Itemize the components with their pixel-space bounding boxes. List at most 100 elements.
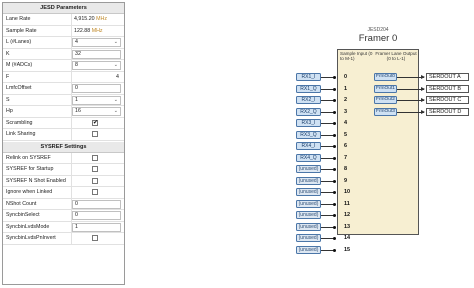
pin-number: 11 [344, 200, 350, 207]
row-divider [71, 117, 72, 129]
pin-number: 6 [344, 143, 348, 149]
param-label: Link Sharing [6, 131, 36, 137]
pin-dot [333, 214, 336, 217]
param-label: Scrambling [6, 119, 33, 126]
pin-dot [333, 191, 336, 194]
input-port-rx4-i-6[interactable]: RX4_I [296, 142, 321, 150]
sysref-for-startup-checkbox[interactable] [92, 166, 98, 172]
input-port-unused-10[interactable]: (unused) [296, 188, 321, 196]
k-input[interactable]: 32 [72, 49, 121, 59]
s-dropdown[interactable]: 1 ⌄ [72, 95, 121, 105]
input-port-unused-8[interactable]: (unused) [296, 165, 321, 173]
arrow-right-icon [421, 75, 425, 79]
param-row-relink-on-sysref: Relink on SYSREF [3, 152, 124, 164]
param-row-sysref-n-shot-enabled: SYSREF N Shot Enabled [3, 175, 124, 187]
value-number: 4,915.20 [74, 16, 97, 22]
input-port-unused-12[interactable]: (unused) [296, 211, 321, 219]
lane-output-frmout2[interactable]: FrmOut2 [374, 96, 397, 104]
input-port-rx2-q-3[interactable]: RX2_Q [296, 107, 321, 116]
param-label: Sample Rate [6, 27, 37, 34]
param-row-l-lanes: L (#Lanes) 4 ⌄ [3, 37, 124, 49]
syncbinlvdspninvert-checkbox[interactable] [92, 235, 98, 241]
param-label: S [6, 96, 10, 103]
arrow-right-icon [421, 109, 425, 114]
m-adcs-dropdown[interactable]: 8 ⌄ [72, 61, 121, 70]
lmfcoffset-input[interactable]: 0 [72, 84, 121, 93]
sysref-settings-header: SYSREF Settings [3, 141, 124, 153]
pin-dot [333, 202, 336, 206]
ignore-when-linked-checkbox[interactable] [92, 189, 98, 195]
param-row-f: F4 [3, 71, 124, 83]
relink-on-sysref-checkbox[interactable] [92, 154, 98, 161]
input-port-rx4-q-7[interactable]: RX4_Q [296, 153, 321, 162]
param-row-nshot-count: NShot Count 0 [3, 198, 124, 210]
sysref-n-shot-enabled-checkbox[interactable] [92, 177, 98, 184]
input-port-unused-13[interactable]: (unused) [296, 222, 321, 231]
pin-number: 14 [344, 235, 351, 241]
param-row-syncbinselect: SyncbinSelect 0 [3, 210, 124, 222]
serdes-output-serdout-a[interactable]: SERDOUT A [426, 73, 469, 81]
pin-dot [333, 168, 336, 171]
output-wire [397, 100, 424, 101]
pin-number: 1 [344, 85, 348, 92]
serdes-output-serdout-d[interactable]: SERDOUT D [426, 107, 469, 116]
dropdown-value: 1 [75, 96, 78, 103]
param-label: F [6, 73, 10, 80]
param-label: LmfcOffset [6, 85, 32, 91]
value-number: 122.88 [74, 27, 92, 34]
link-sharing-checkbox[interactable] [92, 131, 98, 137]
hp-dropdown[interactable]: 16 ⌄ [72, 107, 121, 116]
pin-number: 12 [344, 212, 351, 218]
arrow-right-icon [421, 98, 425, 102]
input-port-unused-14[interactable]: (unused) [296, 234, 321, 242]
row-divider [71, 187, 72, 198]
param-label: Hp [6, 108, 13, 114]
param-label: Ignore when Linked [6, 189, 53, 195]
input-port-unused-15[interactable]: (unused) [296, 245, 321, 254]
input-port-rx1-i-0[interactable]: RX1_I [296, 73, 321, 81]
syncbinlvdsmode-input[interactable]: 1 [72, 222, 121, 232]
input-port-rx2-i-2[interactable]: RX2_I [296, 96, 321, 104]
l-lanes-dropdown[interactable]: 4 ⌄ [72, 38, 121, 47]
sample-input-header: Sample Input (0 to M-1) [340, 51, 373, 61]
pin-dot [333, 248, 336, 252]
serdes-output-serdout-b[interactable]: SERDOUT B [426, 84, 469, 93]
lane-output-frmout3[interactable]: FrmOut3 [374, 107, 397, 116]
pin-number: 9 [344, 177, 348, 184]
row-divider [71, 129, 72, 140]
input-port-unused-11[interactable]: (unused) [296, 199, 321, 208]
param-row-lmfcoffset: LmfcOffset 0 [3, 83, 124, 95]
scrambling-checkbox[interactable]: ✔ [92, 119, 98, 126]
pin-dot [333, 145, 336, 148]
value-unit: MHz [96, 16, 107, 22]
sample-rate-value: 122.88 MHz [72, 26, 121, 36]
chevron-down-icon: ⌄ [113, 108, 118, 114]
param-row-m-adcs: M (#ADCs) 8 ⌄ [3, 60, 124, 72]
syncbinselect-input[interactable]: 0 [72, 211, 121, 220]
chevron-down-icon: ⌄ [113, 39, 118, 45]
param-row-k: K 32 [3, 48, 124, 60]
row-divider [71, 152, 72, 164]
nshot-count-input[interactable]: 0 [72, 199, 121, 209]
input-port-rx3-i-4[interactable]: RX3_I [296, 119, 321, 127]
pin-number: 10 [344, 189, 351, 195]
output-wire [397, 111, 424, 113]
chevron-down-icon: ⌄ [113, 96, 118, 103]
pin-number: 2 [344, 97, 348, 103]
lane-output-frmout0[interactable]: FrmOut0 [374, 73, 397, 81]
lane-output-frmout1[interactable]: FrmOut1 [374, 84, 397, 93]
input-port-rx3-q-5[interactable]: RX3_Q [296, 130, 321, 139]
param-label: NShot Count [6, 200, 37, 207]
dropdown-value: 4 [75, 39, 78, 45]
pin-dot [333, 76, 336, 79]
jesd-parameters-header: JESD Parameters [3, 3, 124, 14]
input-port-unused-9[interactable]: (unused) [296, 176, 321, 185]
param-label: Lane Rate [6, 16, 31, 22]
param-row-syncbinlvdspninvert: SyncbinLvdsPnInvert [3, 233, 124, 245]
value-unit: MHz [91, 27, 103, 34]
pin-number: 7 [344, 154, 348, 161]
input-port-rx1-q-1[interactable]: RX1_Q [296, 84, 321, 93]
serdes-output-serdout-c[interactable]: SERDOUT C [426, 96, 469, 104]
param-row-link-sharing: Link Sharing [3, 129, 124, 141]
pin-number: 4 [344, 120, 348, 126]
